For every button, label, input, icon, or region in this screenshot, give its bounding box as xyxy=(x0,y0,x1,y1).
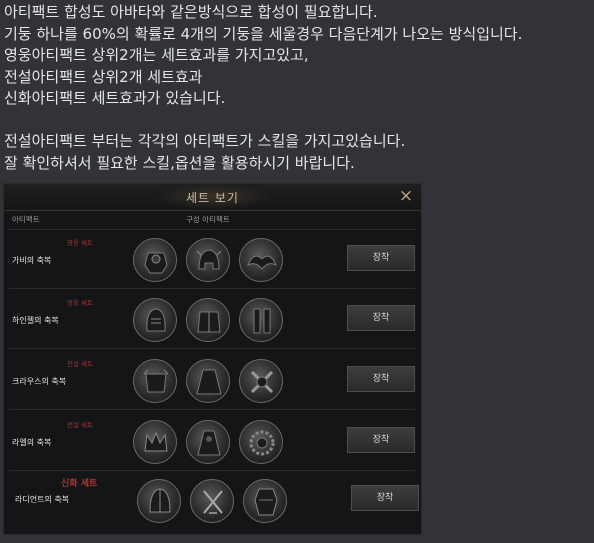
chat-message: 아티팩트 합성도 아바타와 같은방식으로 합성이 필요합니다. 기둥 하나를 6… xyxy=(4,2,592,174)
equip-button[interactable]: 장착 xyxy=(347,245,415,271)
leg-armor-piece-icon[interactable] xyxy=(239,298,283,342)
set-row-kraus: 전설 세트 크라우스의 축복 장착 xyxy=(9,352,415,410)
set-grade-badge: 영웅 세트 xyxy=(67,239,93,247)
equip-button[interactable]: 장착 xyxy=(351,485,419,511)
component-icons xyxy=(133,298,283,342)
set-name: 라엘의 축복 xyxy=(12,438,52,447)
set-grade-badge: 전설 세트 xyxy=(67,360,93,368)
equip-button[interactable]: 장착 xyxy=(347,305,415,331)
component-icons xyxy=(137,479,287,523)
close-icon[interactable]: × xyxy=(397,187,415,205)
cloak-piece-icon[interactable] xyxy=(186,359,230,403)
set-view-panel: 세트 보기 × 아티팩트 구성 아티팩트 영웅 세트 가비의 축복 장착 영웅 … xyxy=(3,183,422,535)
message-line-5: 신화아티팩트 세트효과가 있습니다. xyxy=(4,89,226,107)
armor-piece-icon[interactable] xyxy=(186,298,230,342)
helmet-piece-icon[interactable] xyxy=(133,298,177,342)
message-line-1: 아티팩트 합성도 아바타와 같은방식으로 합성이 필요합니다. xyxy=(4,3,378,21)
robe-piece-icon[interactable] xyxy=(186,420,230,464)
wing-piece-icon[interactable] xyxy=(239,238,283,282)
message-line-4: 전설아티팩트 상위2개 세트효과 xyxy=(4,67,203,86)
message-line-3: 영웅아티팩트 상위2개는 세트효과를 가지고있고, xyxy=(4,46,309,64)
sword-piece-icon[interactable] xyxy=(190,479,234,523)
set-grade-badge: 영웅 세트 xyxy=(67,299,93,307)
set-name: 크라우스의 축복 xyxy=(12,377,67,386)
column-header-artifact: 아티팩트 xyxy=(12,215,40,224)
component-icons xyxy=(133,238,283,282)
message-line-2: 기둥 하나를 60%의 확률로 4개의 기둥을 세울경우 다음단계가 나오는 방… xyxy=(4,24,523,43)
panel-header: 세트 보기 × xyxy=(4,184,421,211)
wreath-piece-icon[interactable] xyxy=(239,420,283,464)
set-row-heinzel: 영웅 세트 하인젤의 축복 장착 xyxy=(9,291,415,349)
set-row-rael: 전설 세트 라엘의 축복 장착 xyxy=(9,413,415,471)
helmet-piece-icon[interactable] xyxy=(186,238,230,282)
set-name: 하인젤의 축복 xyxy=(12,316,59,325)
message-line-7: 전설아티팩트 부터는 각각의 아티팩트가 스킬을 가지고있습니다. xyxy=(4,132,406,150)
column-header-components: 구성 아티팩트 xyxy=(186,215,230,224)
weapon-piece-icon[interactable] xyxy=(239,359,283,403)
set-row-gabi: 영웅 세트 가비의 축복 장착 xyxy=(9,231,415,289)
set-name: 라디언트의 축복 xyxy=(15,495,70,504)
crown-piece-icon[interactable] xyxy=(133,420,177,464)
message-line-8: 잘 확인하셔서 필요한 스킬,옵션을 활용하시기 바랍니다. xyxy=(4,153,355,172)
set-row-radiant: 신화 세트 라디언트의 축복 장착 xyxy=(9,471,419,529)
set-name: 가비의 축복 xyxy=(12,256,52,265)
header-divider xyxy=(9,229,415,230)
helmet-piece-icon[interactable] xyxy=(137,479,181,523)
armor-piece-icon[interactable] xyxy=(133,359,177,403)
row-divider xyxy=(9,409,415,410)
row-divider xyxy=(9,348,415,349)
component-icons xyxy=(133,420,283,464)
panel-title: 세트 보기 xyxy=(186,191,239,205)
equip-button[interactable]: 장착 xyxy=(347,366,415,392)
row-divider xyxy=(9,288,415,289)
armor-piece-icon[interactable] xyxy=(133,238,177,282)
set-grade-badge: 전설 세트 xyxy=(67,421,93,429)
component-icons xyxy=(133,359,283,403)
equip-button[interactable]: 장착 xyxy=(347,427,415,453)
set-grade-badge: 신화 세트 xyxy=(61,479,98,489)
full-armor-piece-icon[interactable] xyxy=(243,479,287,523)
